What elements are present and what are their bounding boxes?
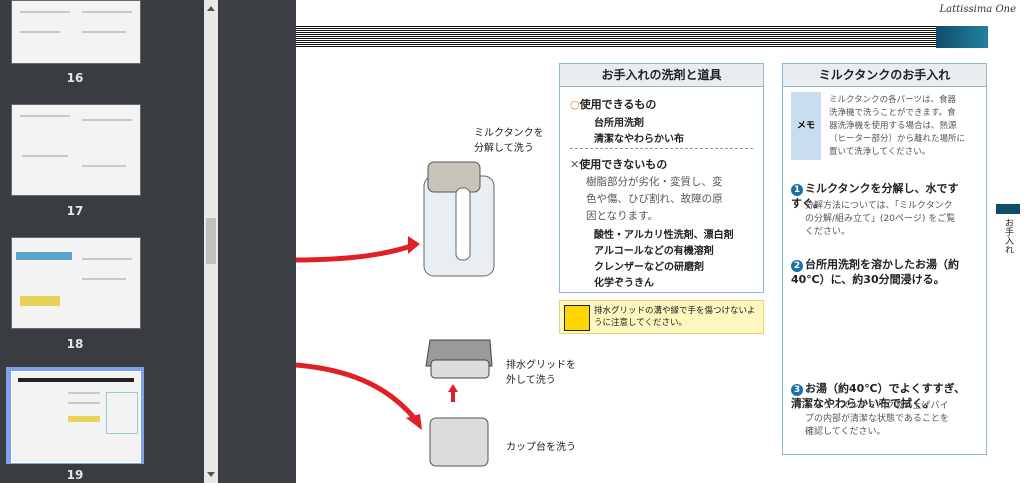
step2: 2 台所用洗剤を溶かしたお湯（約 40℃）に、約30分間浸ける。: [791, 258, 959, 286]
cleaning-title: お手入れの洗剤と道具: [560, 64, 763, 87]
usable-header: ○使用できるもの: [570, 98, 657, 111]
step-milk-label: ミルクタンクを 分解して洗う: [474, 128, 544, 154]
section-tab-label: お手入れ: [1003, 218, 1013, 254]
unusable-item: クレンザーなどの研磨剤: [594, 262, 704, 273]
section-tab[interactable]: お手入れ: [992, 204, 1024, 284]
viewer-background: [218, 0, 296, 483]
circle-icon: ○: [570, 98, 580, 111]
page-number-16: 16: [66, 71, 84, 85]
unusable-header: ✕使用できないもの: [570, 158, 668, 171]
scroll-up-icon[interactable]: [207, 6, 215, 11]
warning-text: 排水グリッドの溝や縁で手を傷つけないように注意してください。: [594, 306, 756, 328]
page-thumbnail-17[interactable]: [11, 104, 141, 196]
usable-item: 清潔なやわらかい布: [594, 134, 684, 145]
document-page: Lattissima One ミルクタンクを 分解して洗う 排水グリッドを 外し…: [296, 0, 1024, 483]
warning-icon: [564, 305, 590, 331]
page-thumbnail-19[interactable]: [11, 371, 141, 463]
step1-number: 1: [791, 184, 803, 196]
page-thumbnail-16[interactable]: [11, 0, 141, 64]
cleaning-box: お手入れの洗剤と道具 ○使用できるもの 台所用洗剤 清潔なやわらかい布 ✕使用で…: [559, 63, 764, 293]
scroll-down-icon[interactable]: [207, 472, 215, 477]
step2-number: 2: [791, 260, 803, 272]
milk-care-title: ミルクタンクのお手入れ: [783, 64, 986, 87]
sidebar-scrollbar[interactable]: [204, 0, 218, 483]
page-number-17: 17: [66, 204, 84, 218]
warning-note: 排水グリッドの溝や縁で手を傷つけないように注意してください。: [559, 300, 764, 334]
step-cup-label: カップ台を洗う: [506, 442, 576, 453]
unusable-item: 酸性・アルカリ性洗剤、漂白剤: [594, 230, 734, 241]
step1-note: 分解方法については、「ミルクタンク の分解/組み立て」(20ページ) をご覧 く…: [805, 201, 956, 237]
milk-care-box: ミルクタンクのお手入れ メモ ミルクタンクの各パーツは、食器 洗浄機で洗うことが…: [782, 63, 987, 455]
usable-item: 台所用洗剤: [594, 118, 644, 129]
step3-note: ミルクノズルやミルク吸い上げパイ プの内部が清潔な状態であることを 確認してくだ…: [805, 401, 949, 437]
unusable-item: アルコールなどの有機溶剤: [594, 246, 714, 257]
memo-text: ミルクタンクの各パーツは、食器 洗浄機で洗うことができます。食 器洗浄機を使用す…: [829, 95, 966, 157]
step-grid-label: 排水グリッドを 外して洗う: [506, 360, 576, 386]
cross-icon: ✕: [570, 158, 580, 171]
page-number-18: 18: [66, 337, 84, 351]
step3-number: 3: [791, 384, 803, 396]
scrollbar-thumb[interactable]: [206, 218, 216, 264]
unusable-note: 樹脂部分が劣化・変質し、変 色や傷、ひび割れ、故障の原 因となります。: [586, 176, 723, 222]
thumbnail-sidebar: 16 17 18 19: [0, 0, 204, 483]
unusable-item: 化学ぞうきん: [594, 278, 654, 289]
page-number-19: 19: [66, 468, 84, 482]
memo-label: メモ: [791, 92, 821, 160]
page-thumbnail-18[interactable]: [11, 237, 141, 329]
